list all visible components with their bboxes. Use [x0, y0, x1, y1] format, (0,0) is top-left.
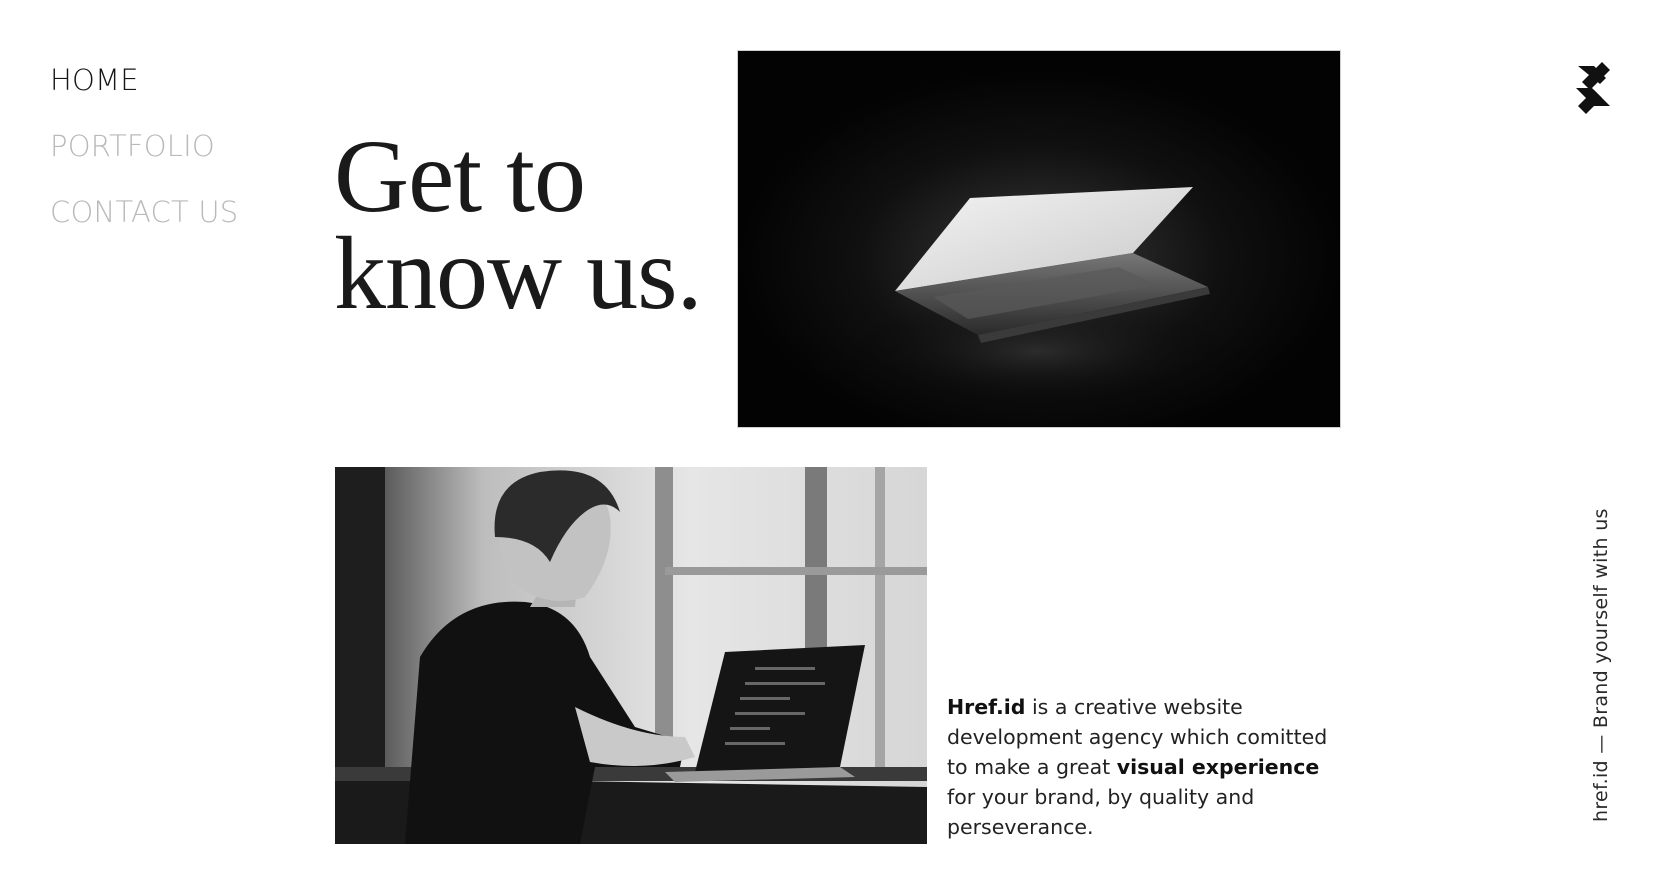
man-coding-image [335, 467, 927, 844]
laptop-dark-image [737, 50, 1341, 428]
page-title-line2: know us. [334, 216, 703, 331]
nav-portfolio-link[interactable]: PORTFOLIO [50, 128, 238, 164]
page: HOME PORTFOLIO CONTACT US Get to know us… [0, 0, 1653, 880]
nav-contact-link[interactable]: CONTACT US [50, 194, 238, 230]
page-title: Get to know us. [334, 119, 703, 331]
nav-home-link[interactable]: HOME [50, 62, 238, 98]
vertical-tagline: href.id — Brand yourself with us [1590, 508, 1612, 822]
brand-logo-icon[interactable] [1572, 62, 1614, 114]
about-description: Href.id is a creative website developmen… [947, 692, 1337, 842]
main-nav: HOME PORTFOLIO CONTACT US [50, 62, 238, 260]
about-text-2: for your brand, by quality and persevera… [947, 785, 1255, 839]
brand-name: Href.id [947, 695, 1026, 719]
page-title-line1: Get to [334, 119, 586, 234]
about-emphasis: visual experience [1116, 755, 1320, 779]
